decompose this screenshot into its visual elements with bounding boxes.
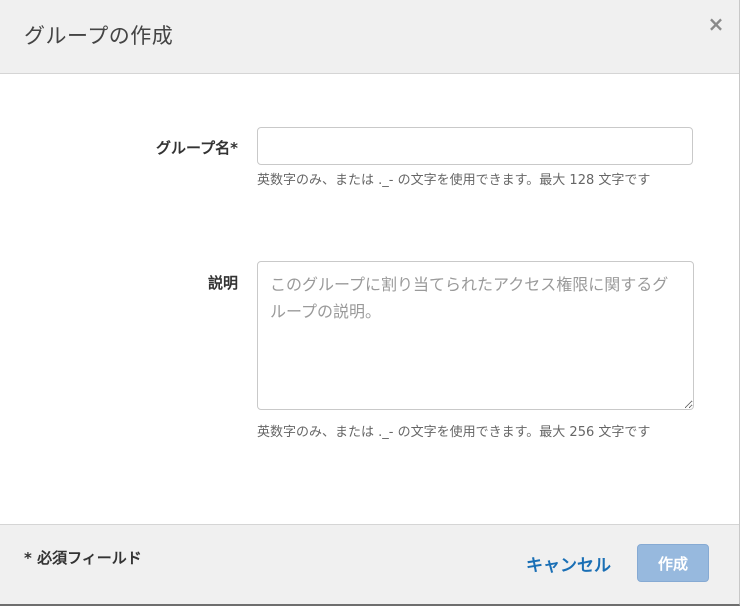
- cancel-button[interactable]: キャンセル: [526, 551, 611, 576]
- group-name-input[interactable]: [257, 127, 693, 165]
- group-name-label: グループ名*: [156, 139, 238, 157]
- required-fields-note: * 必須フィールド: [24, 549, 142, 567]
- description-label: 説明: [207, 274, 238, 292]
- description-hint: 英数字のみ、または ._- の文字を使用できます。最大 256 文字です: [257, 425, 651, 440]
- dialog-footer: * 必須フィールド キャンセル 作成: [0, 524, 739, 604]
- group-name-hint: 英数字のみ、または ._- の文字を使用できます。最大 128 文字です: [257, 173, 651, 188]
- create-group-dialog: グループの作成 × グループ名* 英数字のみ、または ._- の文字を使用できま…: [0, 0, 740, 606]
- dialog-header: グループの作成 ×: [0, 0, 739, 74]
- create-button[interactable]: 作成: [637, 544, 709, 582]
- close-icon[interactable]: ×: [706, 14, 726, 34]
- description-textarea[interactable]: [257, 261, 694, 410]
- dialog-title: グループの作成: [24, 24, 174, 48]
